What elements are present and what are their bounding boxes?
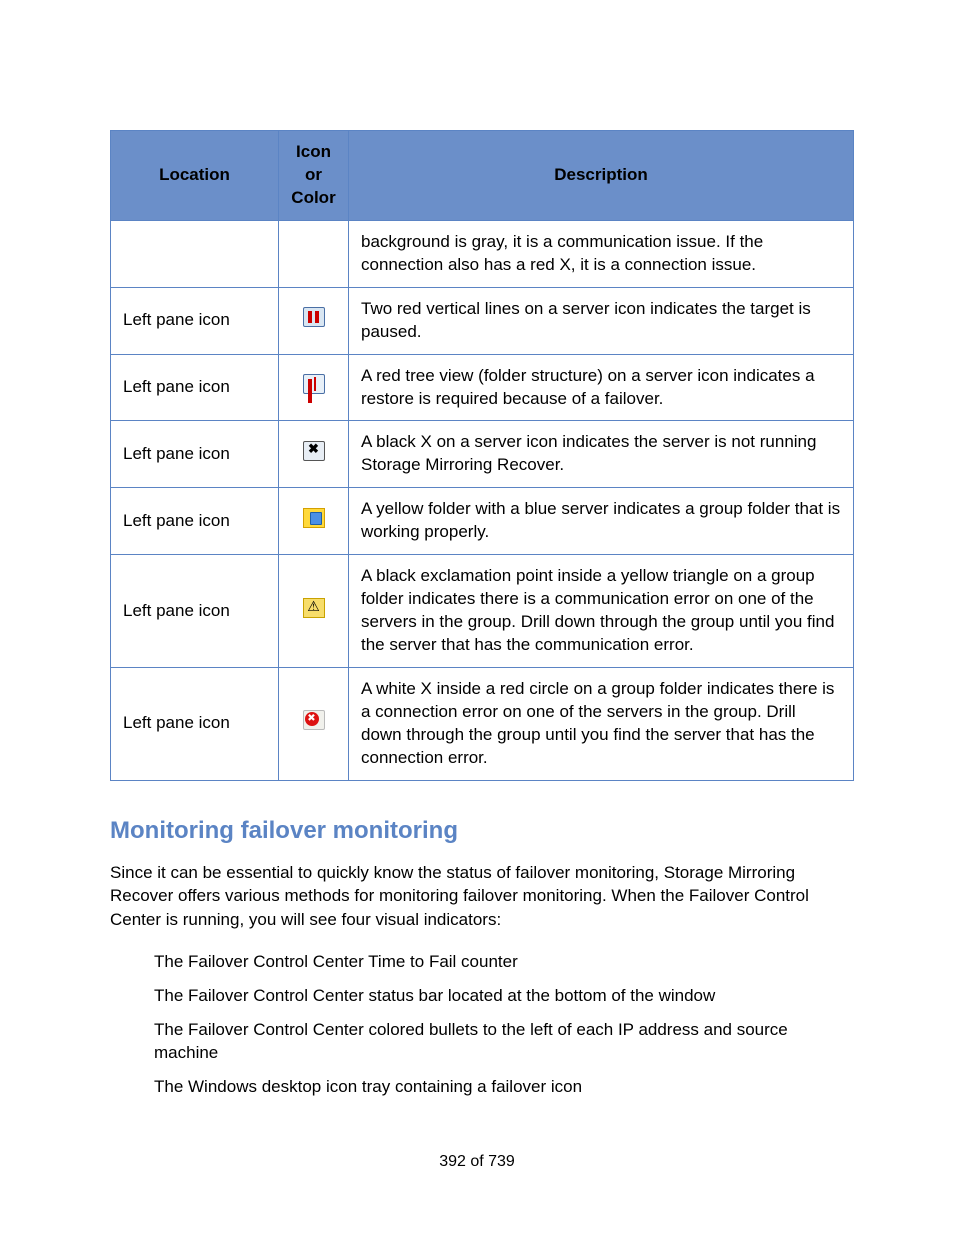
cell-location: Left pane icon: [111, 488, 279, 555]
group-folder-error-icon: [303, 710, 325, 730]
table-row: Left pane icon A yellow folder with a bl…: [111, 488, 854, 555]
server-restore-required-icon: [303, 374, 325, 394]
cell-location: Left pane icon: [111, 555, 279, 668]
cell-description: Two red vertical lines on a server icon …: [349, 287, 854, 354]
table-row: Left pane icon A red tree view (folder s…: [111, 354, 854, 421]
list-item: The Failover Control Center colored bull…: [154, 1018, 854, 1066]
server-paused-icon: [303, 307, 325, 327]
cell-icon: [279, 667, 349, 780]
cell-location: [111, 220, 279, 287]
cell-icon: [279, 287, 349, 354]
cell-icon: [279, 488, 349, 555]
cell-description: A yellow folder with a blue server indic…: [349, 488, 854, 555]
col-header-description: Description: [349, 131, 854, 221]
cell-description: A white X inside a red circle on a group…: [349, 667, 854, 780]
table-row: background is gray, it is a communicatio…: [111, 220, 854, 287]
icon-legend-table: Location Icon or Color Description backg…: [110, 130, 854, 781]
page-number: 392 of 739: [0, 1153, 954, 1171]
document-page: Location Icon or Color Description backg…: [0, 0, 954, 1235]
cell-location: Left pane icon: [111, 287, 279, 354]
group-folder-ok-icon: [303, 508, 325, 528]
col-header-icon: Icon or Color: [279, 131, 349, 221]
cell-description: A red tree view (folder structure) on a …: [349, 354, 854, 421]
table-header-row: Location Icon or Color Description: [111, 131, 854, 221]
group-folder-warning-icon: [303, 598, 325, 618]
server-not-running-icon: [303, 441, 325, 461]
col-header-location: Location: [111, 131, 279, 221]
table-row: Left pane icon A black X on a server ico…: [111, 421, 854, 488]
bullet-list: The Failover Control Center Time to Fail…: [110, 950, 854, 1099]
list-item: The Failover Control Center status bar l…: [154, 984, 854, 1008]
table-row: Left pane icon Two red vertical lines on…: [111, 287, 854, 354]
cell-icon: [279, 555, 349, 668]
table-row: Left pane icon A white X inside a red ci…: [111, 667, 854, 780]
cell-description: A black exclamation point inside a yello…: [349, 555, 854, 668]
cell-icon: [279, 220, 349, 287]
section-intro: Since it can be essential to quickly kno…: [110, 861, 854, 932]
list-item: The Windows desktop icon tray containing…: [154, 1075, 854, 1099]
cell-location: Left pane icon: [111, 421, 279, 488]
table-row: Left pane icon A black exclamation point…: [111, 555, 854, 668]
cell-description: A black X on a server icon indicates the…: [349, 421, 854, 488]
cell-icon: [279, 354, 349, 421]
cell-location: Left pane icon: [111, 667, 279, 780]
cell-icon: [279, 421, 349, 488]
cell-description: background is gray, it is a communicatio…: [349, 220, 854, 287]
list-item: The Failover Control Center Time to Fail…: [154, 950, 854, 974]
cell-location: Left pane icon: [111, 354, 279, 421]
section-heading: Monitoring failover monitoring: [110, 817, 854, 845]
